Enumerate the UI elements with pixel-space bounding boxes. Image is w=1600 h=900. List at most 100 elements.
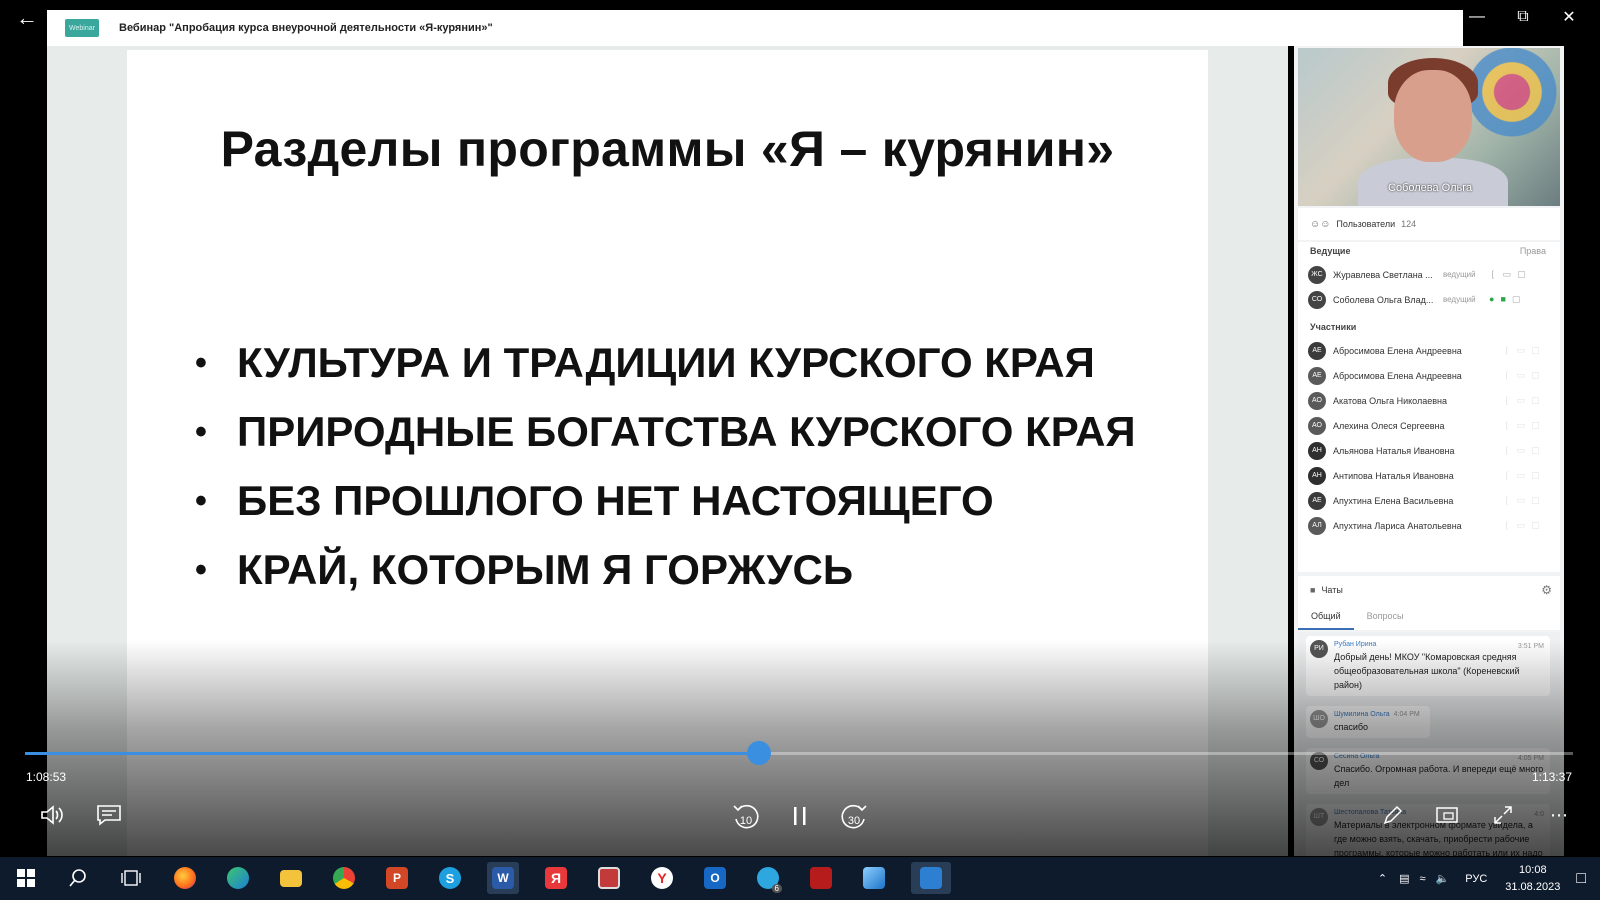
user-name: Соболева Ольга Влад...: [1333, 294, 1434, 305]
chat-message: РИ Рубан Ирина 3:51 PM Добрый день! МКОУ…: [1306, 636, 1550, 696]
chat-message: ШО Шумилина Ольга 4:04 PM спасибо: [1306, 706, 1430, 738]
restore-icon[interactable]: ⧉: [1500, 0, 1546, 34]
edit-pen-icon[interactable]: [1378, 800, 1408, 830]
total-time: 1:13:37: [1531, 770, 1572, 784]
notifications-icon[interactable]: □: [1576, 870, 1586, 888]
word-icon[interactable]: W: [487, 862, 519, 894]
participant-row[interactable]: АО Акатова Ольга Николаевна ❲ ▭ ▢: [1298, 388, 1560, 413]
slide-title: Разделы программы «Я – курянин»: [220, 121, 1115, 177]
avatar: ЖС: [1308, 265, 1326, 284]
media-player-icon[interactable]: [911, 862, 951, 894]
slide: Разделы программы «Я – курянин» • КУЛЬТУР…: [127, 50, 1208, 856]
mic-off-icon: ❲: [1503, 445, 1511, 455]
pause-button[interactable]: [782, 798, 818, 834]
host-row[interactable]: СО Соболева Ольга Влад... ведущий ● ■ ▢: [1298, 287, 1560, 312]
user-name: Абросимова Елена Андреевна: [1333, 345, 1462, 356]
mic-off-icon[interactable]: ❲: [1489, 269, 1497, 280]
seek-bar[interactable]: [25, 741, 1573, 765]
seek-bar-handle[interactable]: [746, 741, 771, 765]
volume-icon[interactable]: [38, 800, 68, 830]
chrome-icon[interactable]: [328, 862, 360, 894]
fullscreen-icon[interactable]: [1488, 800, 1518, 830]
tab-general[interactable]: Общий: [1298, 604, 1354, 630]
powerpoint-icon[interactable]: P: [381, 862, 413, 894]
message-text: спасибо: [1334, 722, 1369, 732]
participant-row[interactable]: АН Антипова Наталья Ивановна ❲ ▭ ▢: [1298, 463, 1560, 488]
app-viewer-icon[interactable]: [593, 862, 625, 894]
subtitles-icon[interactable]: [94, 800, 124, 830]
participant-row[interactable]: АН Альянова Наталья Ивановна ❲ ▭ ▢: [1298, 438, 1560, 463]
avatar: АЕ: [1308, 491, 1326, 510]
participant-row[interactable]: АЛ Апухтина Лариса Анатольевна ❲ ▭ ▢: [1298, 513, 1560, 538]
tab-questions[interactable]: Вопросы: [1354, 604, 1417, 630]
skype-icon[interactable]: S: [434, 862, 466, 894]
camera-off-icon: ▭: [1516, 520, 1526, 530]
users-list[interactable]: Ведущие Права ЖС Журавлева Светлана ... …: [1298, 242, 1560, 572]
clock-time: 10:08: [1519, 863, 1547, 876]
camera-off-icon[interactable]: ▭: [1503, 269, 1512, 280]
outlook-icon[interactable]: O: [699, 862, 731, 894]
avatar: АО: [1308, 391, 1326, 410]
users-header-label: Пользователи: [1336, 219, 1396, 229]
users-header[interactable]: ☺☺ Пользователи 124: [1298, 208, 1560, 240]
photos-icon[interactable]: [858, 862, 890, 894]
rewind-10-button[interactable]: 10: [728, 798, 764, 834]
cast-screen-icon[interactable]: [1432, 800, 1462, 830]
speaker-video[interactable]: Соболева Ольга: [1298, 48, 1560, 206]
screen-share-icon: ▢: [1531, 445, 1540, 455]
camera-off-icon: ▭: [1516, 495, 1526, 505]
forward-30-button[interactable]: 30: [836, 798, 872, 834]
user-name: Антипова Наталья Ивановна: [1333, 470, 1454, 481]
avatar: АН: [1308, 441, 1326, 460]
clock[interactable]: 10:08 31.08.2023: [1505, 862, 1560, 896]
avatar: АЕ: [1308, 341, 1326, 360]
screen-share-icon: ▢: [1531, 495, 1540, 505]
mic-on-icon[interactable]: ●: [1489, 294, 1494, 305]
message-author: Рубан Ирина: [1334, 641, 1377, 648]
windows-start-icon[interactable]: [10, 862, 42, 894]
user-name: Акатова Ольга Николаевна: [1333, 395, 1447, 406]
telegram-badge: 6: [771, 884, 782, 893]
gear-icon[interactable]: ⚙: [1541, 583, 1552, 597]
host-row[interactable]: ЖС Журавлева Светлана ... ведущий ❲ ▭ ▢: [1298, 262, 1560, 287]
screen-share-icon[interactable]: ▢: [1517, 269, 1526, 280]
message-time: 3:51 PM: [1517, 643, 1544, 650]
slide-bullet: • БЕЗ ПРОШЛОГО НЕТ НАСТОЯЩЕГО: [195, 477, 994, 524]
screen-share-icon: ▢: [1531, 345, 1540, 355]
participant-row[interactable]: АЕ Абросимова Елена Андреевна ❲ ▭ ▢: [1298, 363, 1560, 388]
forward-label: 30: [848, 815, 860, 827]
yandex-icon[interactable]: Я: [540, 862, 572, 894]
acrobat-icon[interactable]: [805, 862, 837, 894]
slide-bullet: • ПРИРОДНЫЕ БОГАТСТВА КУРСКОГО КРАЯ: [195, 408, 1136, 455]
more-options-icon[interactable]: ⋯: [1544, 800, 1574, 830]
seek-bar-fill: [25, 752, 759, 755]
participant-row[interactable]: АЕ Абросимова Елена Андреевна ❲ ▭ ▢: [1298, 338, 1560, 363]
mic-off-icon: ❲: [1503, 370, 1511, 380]
message-text: Добрый день! МКОУ "Комаровская средняя о…: [1334, 652, 1520, 690]
back-arrow-icon[interactable]: ←: [12, 6, 42, 30]
screen-share-icon[interactable]: ▢: [1512, 294, 1521, 305]
language-indicator[interactable]: РУС: [1465, 873, 1487, 885]
participant-row[interactable]: АО Алехина Олеся Сергеевна ❲ ▭ ▢: [1298, 413, 1560, 438]
search-icon[interactable]: [62, 862, 94, 894]
close-icon[interactable]: ✕: [1546, 0, 1592, 34]
chevron-up-icon[interactable]: ⌃: [1378, 872, 1387, 885]
file-explorer-icon[interactable]: [275, 862, 307, 894]
task-view-icon[interactable]: [115, 862, 147, 894]
chats-header[interactable]: ■ Чаты ⚙: [1298, 576, 1560, 604]
participant-row[interactable]: АЕ Апухтина Елена Васильевна ❲ ▭ ▢: [1298, 488, 1560, 513]
hosts-section-label: Ведущие Права: [1298, 242, 1560, 262]
avatar: СО: [1308, 290, 1326, 309]
message-time: 4:0: [1534, 811, 1544, 818]
chat-messages[interactable]: РИ Рубан Ирина 3:51 PM Добрый день! МКОУ…: [1298, 632, 1560, 856]
user-name: Апухтина Елена Васильевна: [1333, 495, 1454, 506]
speaker-icon[interactable]: 🔈: [1436, 872, 1450, 885]
camera-on-icon[interactable]: ■: [1500, 294, 1505, 305]
edge-icon[interactable]: [222, 862, 254, 894]
wifi-icon[interactable]: ≈: [1419, 873, 1425, 885]
firefox-icon[interactable]: [169, 862, 201, 894]
network-icon[interactable]: ▤: [1399, 872, 1409, 885]
chat-icon: ■: [1310, 585, 1316, 595]
yandex-browser-icon[interactable]: Y: [646, 862, 678, 894]
telegram-icon[interactable]: 6: [752, 862, 784, 894]
